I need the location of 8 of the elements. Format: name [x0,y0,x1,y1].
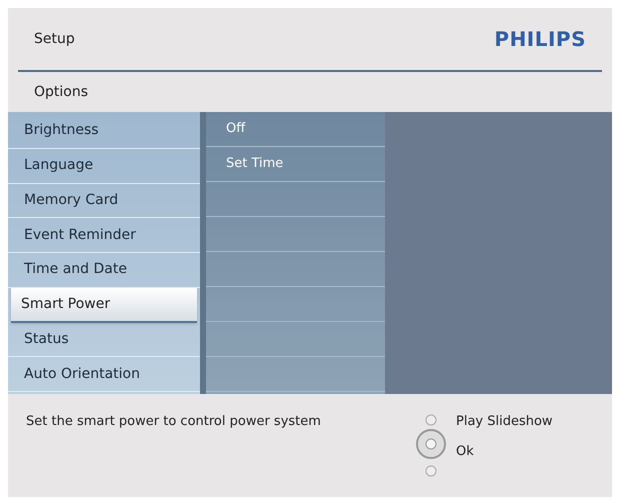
key-label: Play Slideshow [456,413,553,431]
help-text: Set the smart power to control power system [26,413,322,431]
screen-title: Setup [34,30,75,48]
brand-logo: PHILIPS [494,26,586,53]
submenu-item[interactable]: Off [226,119,246,139]
menu-item[interactable]: Smart Power [11,288,197,322]
section-title: Options [34,82,88,102]
key-label: Ok [456,442,475,460]
